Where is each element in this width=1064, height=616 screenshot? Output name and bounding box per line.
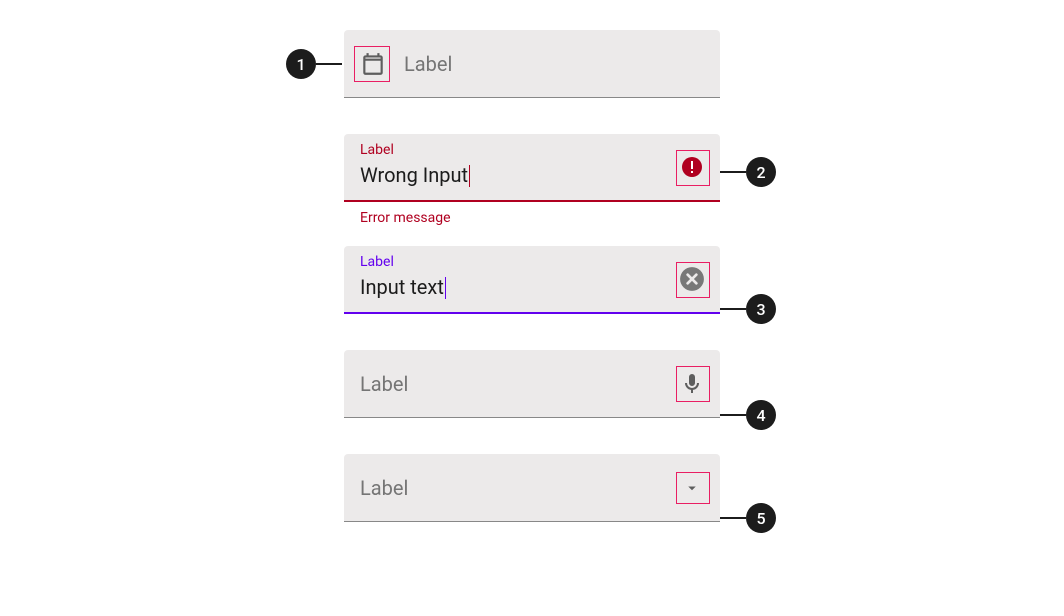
callout-2: 2 (720, 157, 776, 187)
floating-label: Label (360, 142, 394, 158)
textfield-dropdown: Label (344, 454, 720, 522)
textfield-voice: Label (344, 350, 720, 418)
callout-number: 3 (746, 294, 776, 324)
textfield-focused: Label Input text (344, 246, 720, 314)
input-value: Wrong Input (360, 163, 704, 187)
calendar-icon (360, 51, 386, 77)
textfield-error: Label Wrong Input Error message (344, 134, 720, 226)
textfield-leading-icon: Label (344, 30, 720, 98)
input-value: Input text (360, 275, 704, 299)
text-field[interactable]: Label (344, 30, 720, 98)
callout-number: 5 (746, 503, 776, 533)
floating-label: Label (360, 254, 394, 270)
callout-5: 5 (720, 503, 776, 533)
microphone-icon[interactable] (678, 370, 706, 398)
callout-number: 4 (746, 400, 776, 430)
label: Label (360, 372, 408, 396)
text-field[interactable]: Label (344, 454, 720, 522)
callout-number: 1 (286, 49, 316, 79)
dropdown-arrow-icon[interactable] (678, 474, 706, 502)
callout-3: 3 (720, 294, 776, 324)
callout-4: 4 (720, 400, 776, 430)
callout-number: 2 (746, 157, 776, 187)
clear-icon[interactable] (678, 265, 706, 293)
text-field[interactable]: Label Wrong Input (344, 134, 720, 202)
text-field[interactable]: Label Input text (344, 246, 720, 314)
text-field[interactable]: Label (344, 350, 720, 418)
error-message: Error message (344, 202, 720, 226)
error-icon (678, 153, 706, 181)
label: Label (360, 476, 408, 500)
label: Label (404, 52, 452, 76)
callout-1: 1 (286, 49, 342, 79)
